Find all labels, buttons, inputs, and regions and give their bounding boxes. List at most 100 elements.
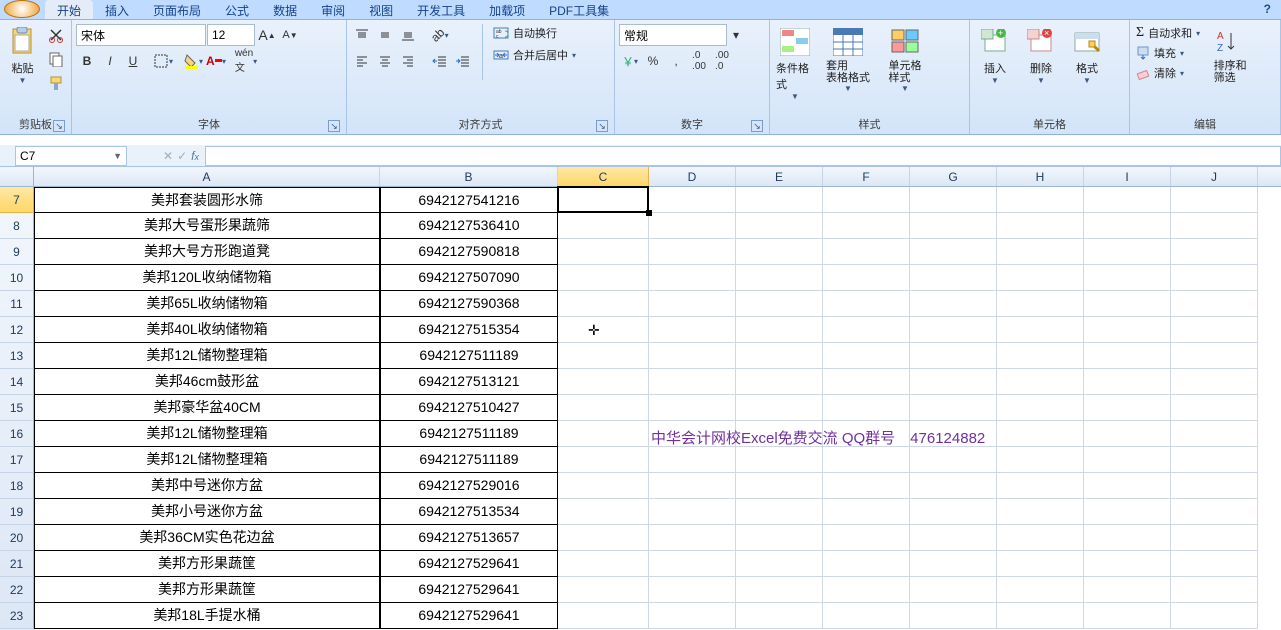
cell[interactable]: 美邦46cm鼓形盆 <box>34 369 380 395</box>
cell[interactable] <box>649 343 736 369</box>
cell[interactable] <box>736 265 823 291</box>
cell[interactable] <box>649 603 736 629</box>
cell[interactable] <box>1084 551 1171 577</box>
paste-button[interactable]: 粘贴 ▼ <box>4 24 41 87</box>
cell[interactable] <box>736 239 823 265</box>
cell[interactable] <box>1171 447 1258 473</box>
cell[interactable] <box>649 239 736 265</box>
cell[interactable] <box>910 473 997 499</box>
align-right-button[interactable] <box>397 50 419 72</box>
font-color-button[interactable]: A▾ <box>205 50 227 72</box>
tab-视图[interactable]: 视图 <box>357 0 405 19</box>
cell[interactable] <box>558 369 649 395</box>
fill-color-button[interactable]: ▾ <box>182 50 204 72</box>
cell[interactable]: 6942127507090 <box>380 265 558 291</box>
row-header-22[interactable]: 22 <box>0 577 34 603</box>
cell[interactable]: 美邦40L收纳储物箱 <box>34 317 380 343</box>
cell[interactable]: 6942127541216 <box>380 187 558 213</box>
cell[interactable]: 6942127513121 <box>380 369 558 395</box>
launcher-icon[interactable]: ↘ <box>328 120 340 132</box>
chevron-down-icon[interactable]: ▼ <box>113 151 122 161</box>
cell[interactable] <box>649 265 736 291</box>
cell[interactable] <box>910 343 997 369</box>
cell[interactable] <box>910 239 997 265</box>
fill-handle[interactable] <box>646 210 652 216</box>
tab-开始[interactable]: 开始 <box>45 0 93 19</box>
cell[interactable] <box>1171 343 1258 369</box>
format-cells-button[interactable]: 格式▼ <box>1066 24 1108 87</box>
cell[interactable]: 6942127529641 <box>380 603 558 629</box>
cell[interactable] <box>1084 577 1171 603</box>
cell[interactable] <box>649 551 736 577</box>
align-middle-button[interactable] <box>374 24 396 46</box>
merge-center-button[interactable]: a 合并后居中 ▾ <box>491 46 578 64</box>
cell[interactable] <box>997 603 1084 629</box>
col-header-E[interactable]: E <box>736 167 823 186</box>
cell[interactable] <box>997 525 1084 551</box>
cut-button[interactable] <box>45 24 67 46</box>
cell[interactable] <box>997 239 1084 265</box>
cell[interactable] <box>910 447 997 473</box>
cell[interactable]: 美邦36CM实色花边盆 <box>34 525 380 551</box>
cell[interactable] <box>1084 343 1171 369</box>
chevron-down-icon[interactable]: ▾ <box>728 24 744 46</box>
cell[interactable] <box>823 265 910 291</box>
cell[interactable] <box>823 291 910 317</box>
cell[interactable]: 6942127510427 <box>380 395 558 421</box>
cell[interactable] <box>823 187 910 213</box>
cancel-formula-icon[interactable]: ✕ <box>163 149 173 163</box>
cell[interactable] <box>558 395 649 421</box>
fx-icon[interactable]: fx <box>191 149 199 163</box>
cell[interactable] <box>997 213 1084 239</box>
cell[interactable] <box>649 473 736 499</box>
cell[interactable]: 美邦65L收纳储物箱 <box>34 291 380 317</box>
comma-button[interactable]: , <box>665 50 687 72</box>
wrap-text-button[interactable]: abc 自动换行 <box>491 24 578 42</box>
col-header-D[interactable]: D <box>649 167 736 186</box>
bold-button[interactable]: B <box>76 50 98 72</box>
tab-PDF工具集[interactable]: PDF工具集 <box>537 0 621 19</box>
font-name-select[interactable] <box>76 24 206 46</box>
cell[interactable] <box>910 291 997 317</box>
row-header-7[interactable]: 7 <box>0 187 34 213</box>
cell[interactable] <box>1171 395 1258 421</box>
align-center-button[interactable] <box>374 50 396 72</box>
cell[interactable]: 6942127529641 <box>380 551 558 577</box>
launcher-icon[interactable]: ↘ <box>596 120 608 132</box>
cell[interactable] <box>997 343 1084 369</box>
row-header-9[interactable]: 9 <box>0 239 34 265</box>
col-header-B[interactable]: B <box>380 167 558 186</box>
tab-公式[interactable]: 公式 <box>213 0 261 19</box>
cell[interactable]: 美邦12L储物整理箱 <box>34 447 380 473</box>
cell[interactable]: 6942127536410 <box>380 213 558 239</box>
cell[interactable] <box>910 603 997 629</box>
cell[interactable] <box>558 291 649 317</box>
cell[interactable] <box>736 525 823 551</box>
cell[interactable] <box>1084 239 1171 265</box>
cell[interactable] <box>736 499 823 525</box>
cell[interactable] <box>997 265 1084 291</box>
cell[interactable] <box>823 447 910 473</box>
cell[interactable] <box>736 291 823 317</box>
cell[interactable] <box>736 317 823 343</box>
cell[interactable] <box>823 499 910 525</box>
cell[interactable] <box>649 577 736 603</box>
cell[interactable] <box>1084 525 1171 551</box>
row-header-19[interactable]: 19 <box>0 499 34 525</box>
cell[interactable] <box>1171 551 1258 577</box>
cell[interactable]: 美邦大号蛋形果蔬筛 <box>34 213 380 239</box>
cell[interactable] <box>1084 317 1171 343</box>
cell[interactable]: 6942127515354 <box>380 317 558 343</box>
tab-页面布局[interactable]: 页面布局 <box>141 0 213 19</box>
cell[interactable] <box>736 343 823 369</box>
cell[interactable] <box>736 473 823 499</box>
row-header-8[interactable]: 8 <box>0 213 34 239</box>
cell[interactable]: 6942127511189 <box>380 447 558 473</box>
align-top-button[interactable] <box>351 24 373 46</box>
cell[interactable] <box>910 213 997 239</box>
cell[interactable] <box>823 603 910 629</box>
decrease-decimal-button[interactable]: .00.0 <box>711 50 733 72</box>
col-header-I[interactable]: I <box>1084 167 1171 186</box>
tab-加载项[interactable]: 加载项 <box>477 0 537 19</box>
cell[interactable] <box>997 551 1084 577</box>
